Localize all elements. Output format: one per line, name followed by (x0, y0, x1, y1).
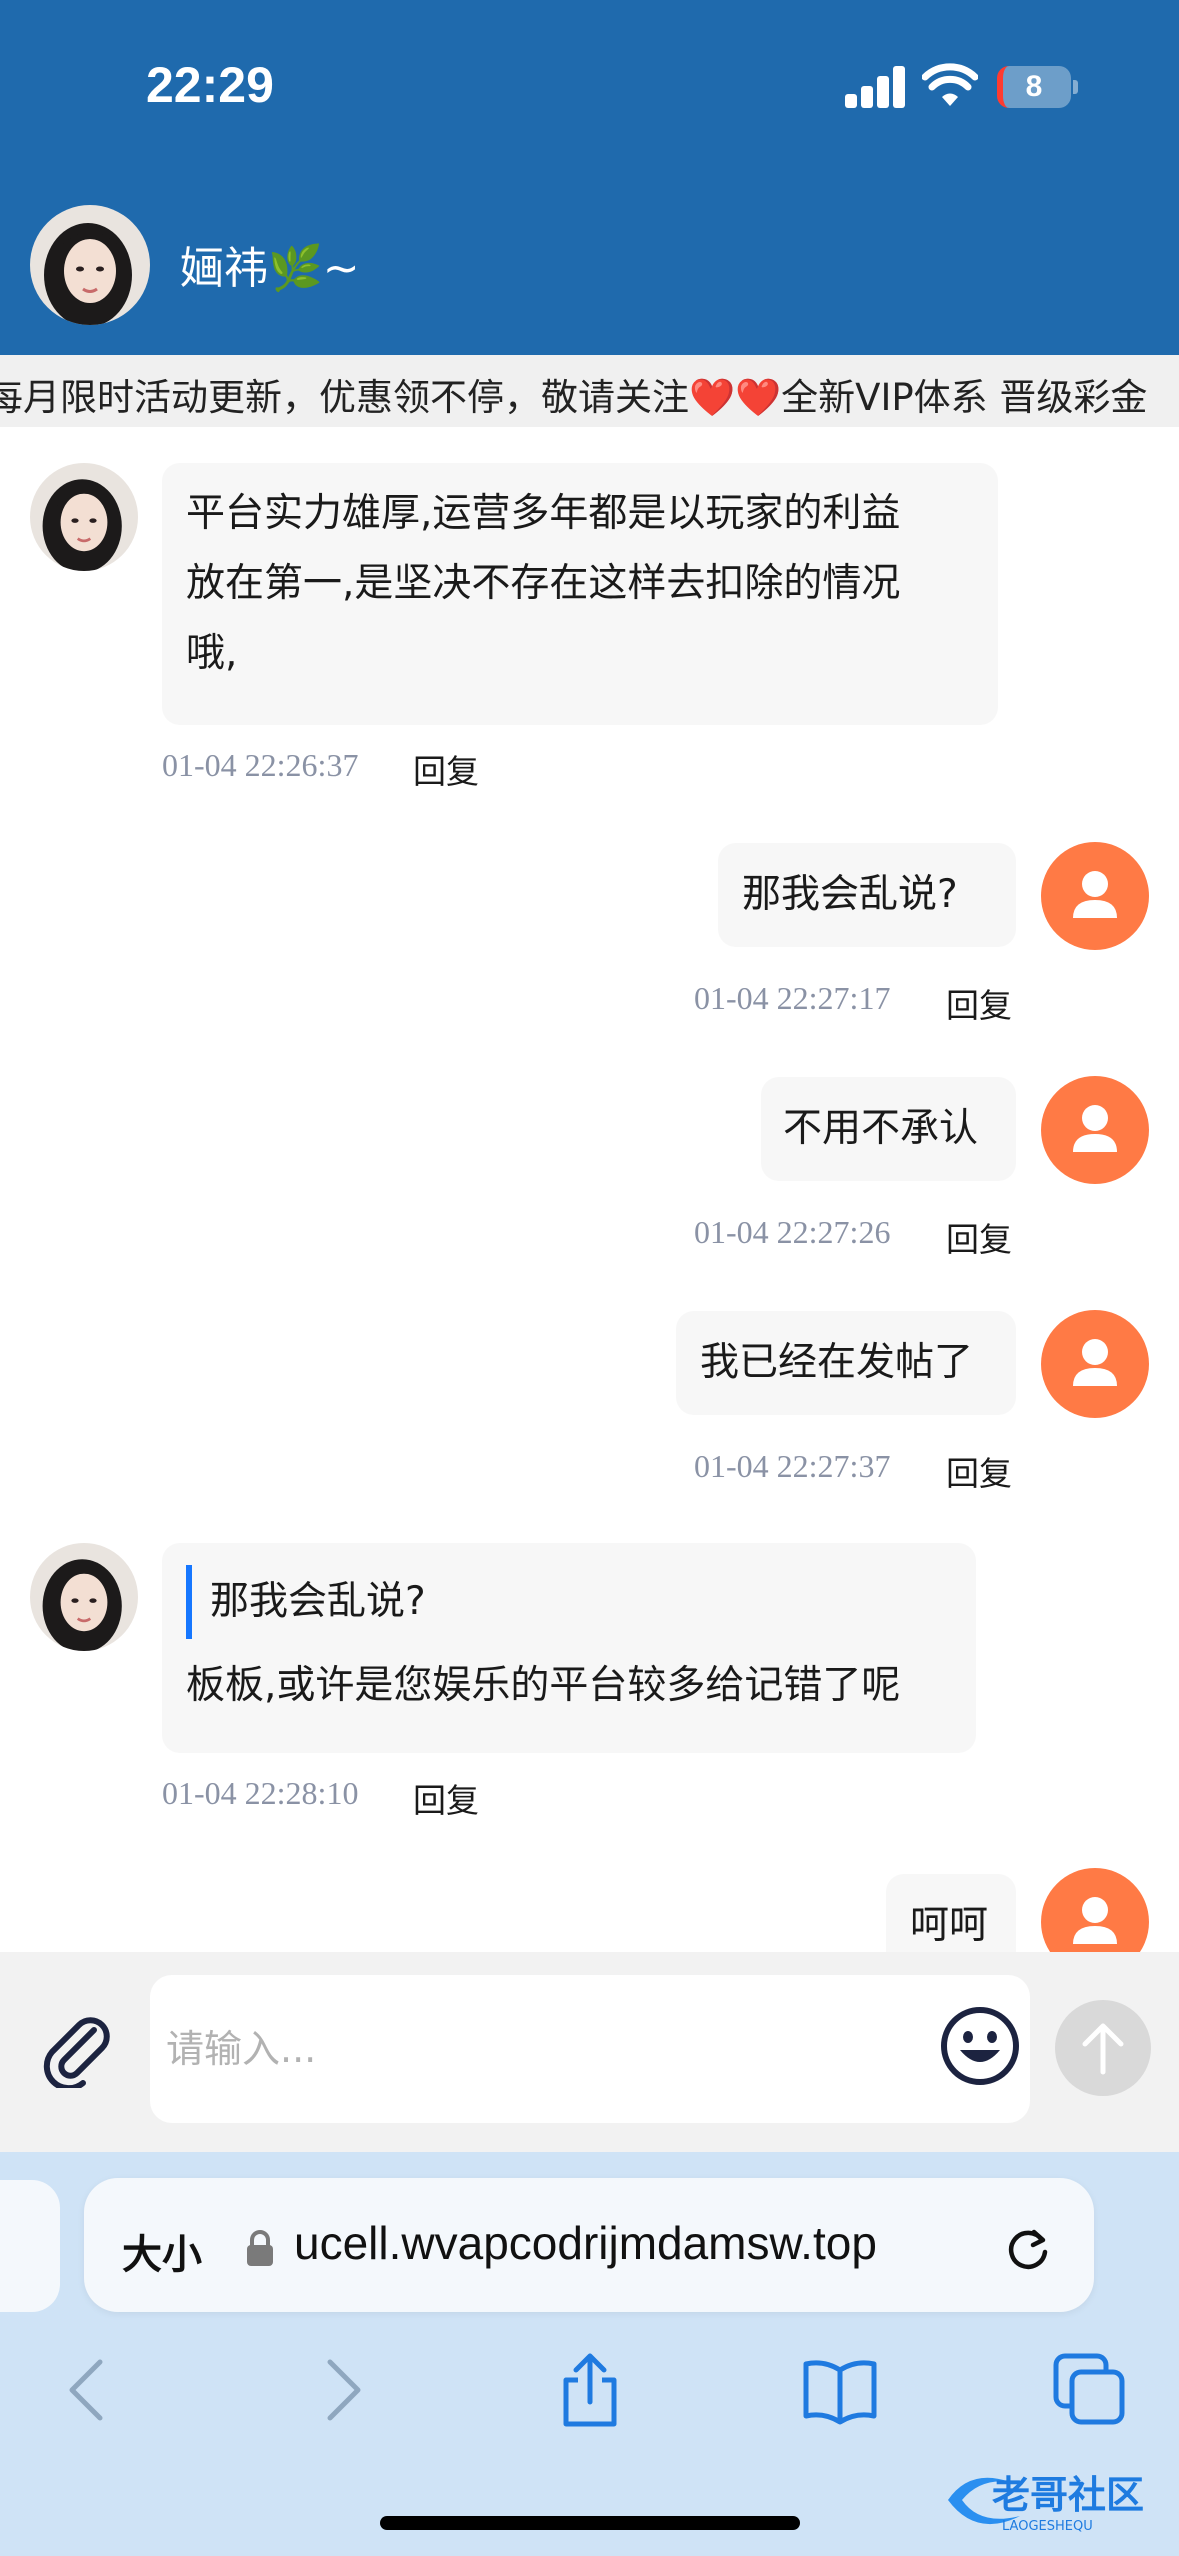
watermark-subtext: LAOGESHEQU (1002, 2519, 1093, 2534)
message-time: 01-04 22:26:37 (162, 747, 359, 783)
cellular-signal-icon (845, 66, 907, 108)
message-text: 呵呵 (910, 1903, 989, 1948)
my-avatar[interactable] (1041, 1310, 1149, 1418)
contact-avatar[interactable] (30, 205, 150, 325)
message-line: 哦, (186, 631, 238, 676)
lock-icon (247, 2230, 273, 2266)
reply-button[interactable]: 回复 (946, 979, 1012, 1027)
announcement-text: 每月限时活动更新，优惠领不停，敬请关注❤️❤️全新VIP体系 晋级彩金 (0, 376, 1148, 419)
user-icon (1073, 871, 1117, 918)
reply-button[interactable]: 回复 (413, 745, 479, 793)
message-line: 放在第一,是坚决不存在这样去扣除的情况 (186, 561, 901, 606)
quoted-message: 那我会乱说? (186, 1565, 952, 1639)
reply-button[interactable]: 回复 (413, 1774, 479, 1822)
message-input-placeholder: 请输入... (166, 2027, 317, 2071)
battery-icon: 8 (997, 66, 1078, 108)
message-bubble[interactable]: 那我会乱说? 板板,或许是您娱乐的平台较多给记错了呢 (162, 1543, 976, 1753)
previous-tab[interactable] (0, 2180, 60, 2312)
send-button[interactable] (1055, 2000, 1151, 2096)
battery-level: 8 (1025, 70, 1043, 103)
tabs-icon[interactable] (1050, 2350, 1130, 2430)
message-time: 01-04 22:27:37 (694, 1448, 891, 1484)
message-bubble[interactable]: 平台实力雄厚,运营多年都是以玩家的利益 放在第一,是坚决不存在这样去扣除的情况 … (162, 463, 998, 725)
my-avatar[interactable] (1041, 842, 1149, 950)
home-indicator (380, 2516, 800, 2530)
forward-icon[interactable] (300, 2350, 380, 2430)
contact-name: 婳祎🌿~ (180, 243, 360, 294)
message-bubble[interactable]: 那我会乱说? (718, 843, 1016, 947)
arrow-up-icon (1082, 2023, 1124, 2075)
message-text: 那我会乱说? (742, 872, 958, 917)
message-text: 我已经在发帖了 (700, 1340, 974, 1385)
share-icon[interactable] (550, 2350, 630, 2430)
text-size-button[interactable]: 大小 (122, 2222, 202, 2280)
chat-header: 22:29 8 婳祎🌿~ (0, 0, 1179, 355)
message-bubble[interactable]: 不用不承认 (761, 1077, 1016, 1181)
message-time: 01-04 22:28:10 (162, 1775, 359, 1811)
message-list[interactable]: 平台实力雄厚,运营多年都是以玩家的利益 放在第一,是坚决不存在这样去扣除的情况 … (0, 427, 1179, 1952)
reload-icon[interactable] (1000, 2220, 1056, 2276)
message-line: 平台实力雄厚,运营多年都是以玩家的利益 (186, 491, 901, 536)
message-time: 01-04 22:27:17 (694, 980, 891, 1016)
message-text: 不用不承认 (783, 1106, 979, 1151)
reply-button[interactable]: 回复 (946, 1213, 1012, 1261)
user-icon (1073, 1339, 1117, 1386)
contact-avatar[interactable] (30, 1543, 138, 1651)
emoji-icon[interactable] (938, 2004, 1022, 2088)
announcement-marquee: 每月限时活动更新，优惠领不停，敬请关注❤️❤️全新VIP体系 晋级彩金 (0, 355, 1179, 427)
url-text[interactable]: ucell.wvapcodrijmdamsw.top (294, 2216, 877, 2270)
status-time: 22:29 (146, 57, 274, 113)
watermark-logo: 老哥社区 LAOGESHEQU (948, 2473, 1144, 2534)
reply-button[interactable]: 回复 (946, 1447, 1012, 1495)
user-icon (1073, 1105, 1117, 1152)
message-bubble[interactable]: 我已经在发帖了 (676, 1311, 1016, 1415)
my-avatar[interactable] (1041, 1868, 1149, 1952)
message-bubble[interactable]: 呵呵 (886, 1874, 1016, 1952)
attachment-icon[interactable] (36, 2008, 116, 2088)
back-icon[interactable] (50, 2350, 130, 2430)
contact-avatar[interactable] (30, 463, 138, 571)
wifi-icon (922, 63, 978, 106)
my-avatar[interactable] (1041, 1076, 1149, 1184)
watermark-text: 老哥社区 (992, 2473, 1144, 2517)
message-text: 板板,或许是您娱乐的平台较多给记错了呢 (186, 1663, 901, 1708)
user-icon (1073, 1897, 1117, 1944)
message-time: 01-04 22:27:26 (694, 1214, 891, 1250)
bookmarks-icon[interactable] (800, 2350, 880, 2430)
